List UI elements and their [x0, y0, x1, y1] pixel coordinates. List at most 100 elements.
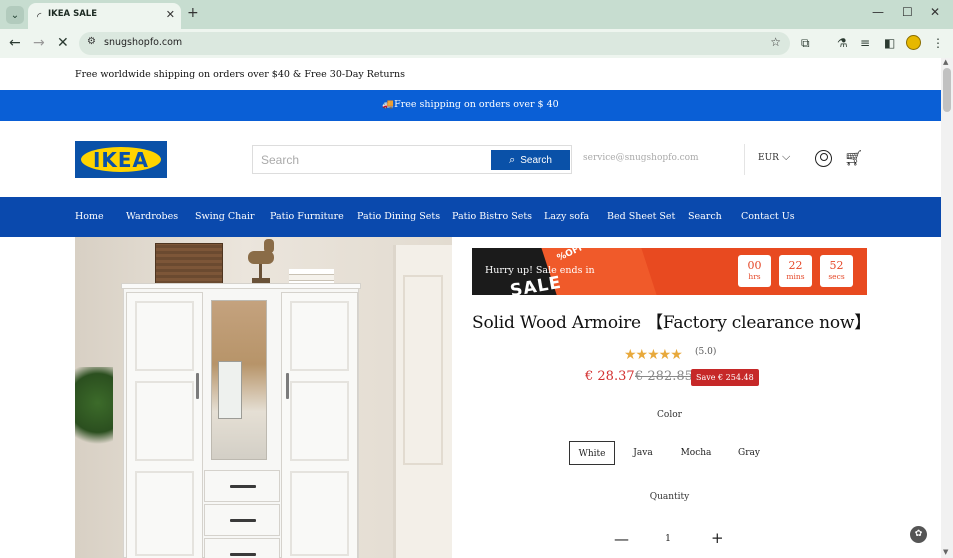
page-scrollbar[interactable]: ▲ ▼: [941, 58, 953, 558]
horse-figurine-illustration: [248, 239, 276, 284]
wardrobe-mirror: [211, 300, 267, 460]
announcement-text: Free worldwide shipping on orders over $…: [75, 69, 406, 80]
service-email[interactable]: service@snugshopfo.com: [583, 153, 699, 163]
profile-avatar-icon[interactable]: [906, 35, 921, 50]
site-info-icon[interactable]: ⚙: [87, 36, 96, 47]
main-menu: Home Wardrobes Swing Chair Patio Furnitu…: [0, 197, 941, 237]
door-panel: [290, 381, 349, 461]
new-tab-icon[interactable]: +: [187, 5, 199, 21]
wardrobe-left-door: [126, 292, 203, 558]
window-close-icon[interactable]: ✕: [930, 5, 940, 19]
menu-item-wardrobes[interactable]: Wardrobes: [126, 211, 178, 222]
search-button[interactable]: ⌕ Search: [491, 150, 570, 170]
loading-icon: ◜: [37, 10, 42, 23]
quantity-increase-button[interactable]: +: [711, 529, 724, 547]
search-box: ⌕ Search: [252, 145, 572, 174]
browser-toolbar: ← → ✕ ⚙ snugshopfo.com ☆ ⧉ ⚗ ≡ ◧ ⋮: [0, 29, 953, 58]
promo-bar: 🚚Free shipping on orders over $ 40: [0, 90, 941, 121]
product-title: Solid Wood Armoire 【Factory clearance no…: [472, 313, 872, 333]
back-icon[interactable]: ←: [9, 35, 21, 51]
color-option-mocha[interactable]: Mocha: [676, 441, 716, 465]
logo-text: IKEA: [92, 148, 150, 172]
maximize-icon[interactable]: ☐: [902, 5, 913, 19]
stop-icon[interactable]: ✕: [57, 35, 69, 51]
currency-selector[interactable]: EUR: [758, 153, 779, 163]
tab-search-button[interactable]: ⌄: [6, 6, 24, 24]
basket-illustration: [155, 243, 223, 285]
cart-icon[interactable]: 🛒︎: [844, 149, 863, 167]
chevron-down-icon[interactable]: ⌵: [782, 150, 790, 164]
seconds-label: secs: [828, 272, 845, 281]
menu-item-patio-bistro-sets[interactable]: Patio Bistro Sets: [452, 211, 532, 222]
door-panel: [290, 301, 349, 371]
side-panel-icon[interactable]: ◧: [884, 36, 895, 50]
horse-stand: [259, 264, 262, 278]
quantity-value[interactable]: 1: [665, 533, 671, 544]
menu-item-lazy-sofa[interactable]: Lazy sofa: [544, 211, 589, 222]
quantity-label: Quantity: [649, 492, 690, 502]
countdown-minutes: 22 mins: [779, 255, 812, 287]
countdown-hours: 00 hrs: [738, 255, 771, 287]
door-handle: [196, 373, 199, 399]
scroll-down-icon[interactable]: ▼: [943, 548, 948, 556]
forward-icon[interactable]: →: [33, 35, 45, 51]
door-handle: [286, 373, 289, 399]
color-label: Color: [657, 410, 682, 420]
rating-score: (5.0): [695, 347, 717, 357]
drawer-handle: [230, 553, 256, 556]
countdown-seconds: 52 secs: [820, 255, 853, 287]
browser-tab-strip: ⌄ ◜ IKEA SALE ✕ + — ☐ ✕: [0, 0, 953, 29]
wardrobe-illustration: [121, 283, 361, 558]
floating-help-icon[interactable]: ✿: [910, 526, 927, 543]
mirror-reflection: [218, 361, 242, 419]
address-bar[interactable]: ⚙ snugshopfo.com ☆: [79, 32, 790, 55]
color-option-gray[interactable]: Gray: [733, 441, 765, 465]
hours-value: 00: [747, 259, 762, 272]
hurry-text: Hurry up! Sale ends in: [485, 265, 595, 276]
browser-tab[interactable]: ◜ IKEA SALE ✕: [28, 3, 181, 29]
door-panel: [135, 381, 194, 461]
close-icon[interactable]: ✕: [166, 8, 175, 21]
ikea-logo[interactable]: IKEA: [75, 141, 167, 178]
horse-head: [264, 239, 274, 253]
wardrobe-drawer: [204, 538, 280, 558]
menu-item-patio-furniture[interactable]: Patio Furniture: [270, 211, 344, 222]
sale-countdown-banner: %OFF SALE Hurry up! Sale ends in 00 hrs …: [472, 248, 867, 295]
extensions-icon[interactable]: ⧉: [801, 36, 810, 51]
promo-text: 🚚Free shipping on orders over $ 40: [382, 99, 559, 110]
drawer-handle: [230, 519, 256, 522]
wardrobe-drawer: [204, 504, 280, 536]
reading-list-icon[interactable]: ≡: [860, 36, 870, 50]
search-button-label: Search: [520, 154, 552, 166]
bookmark-star-icon[interactable]: ☆: [770, 35, 781, 49]
scroll-thumb[interactable]: [943, 68, 951, 112]
star-rating-icon: ★★★★★: [624, 347, 683, 363]
hours-label: hrs: [748, 272, 761, 281]
tab-title: IKEA SALE: [48, 9, 98, 19]
quantity-decrease-button[interactable]: —: [614, 530, 629, 548]
minimize-icon[interactable]: —: [872, 5, 884, 19]
door-illustration: [393, 245, 452, 558]
menu-item-bed-sheet-set[interactable]: Bed Sheet Set: [607, 211, 675, 222]
product-rating[interactable]: ★★★★★ (5.0): [624, 344, 716, 363]
scroll-up-icon[interactable]: ▲: [943, 58, 948, 66]
browser-menu-icon[interactable]: ⋮: [932, 36, 944, 50]
labs-flask-icon[interactable]: ⚗: [837, 36, 848, 50]
menu-item-contact-us[interactable]: Contact Us: [741, 211, 795, 222]
menu-item-patio-dining-sets[interactable]: Patio Dining Sets: [357, 211, 440, 222]
menu-item-home[interactable]: Home: [75, 211, 104, 222]
header-divider: [744, 144, 745, 175]
account-icon[interactable]: [815, 150, 832, 167]
color-option-white[interactable]: White: [569, 441, 615, 465]
search-input[interactable]: [261, 151, 486, 169]
wardrobe-drawer: [204, 470, 280, 502]
menu-item-search[interactable]: Search: [688, 211, 722, 222]
menu-item-swing-chair[interactable]: Swing Chair: [195, 211, 255, 222]
product-image[interactable]: [75, 237, 452, 558]
compare-price: € 282.85: [635, 369, 693, 384]
minutes-label: mins: [786, 272, 805, 281]
door-panel: [290, 471, 349, 556]
door-panel: [135, 471, 194, 556]
color-option-java[interactable]: Java: [625, 441, 661, 465]
save-badge: Save € 254.48: [691, 369, 759, 386]
